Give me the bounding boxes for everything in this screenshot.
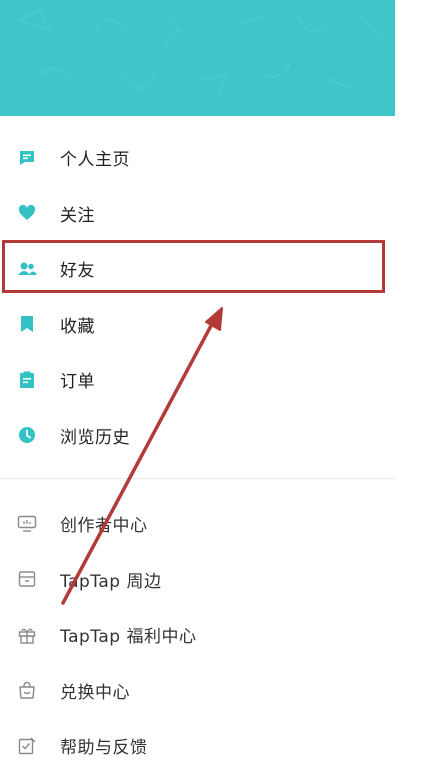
menu-item-label: 个人主页 [60, 150, 130, 171]
menu-item-friends[interactable]: 好友 [0, 241, 395, 297]
menu-item-label: 创作者中心 [60, 516, 148, 537]
menu-item-redeem-center[interactable]: 兑换中心 [0, 663, 395, 719]
menu-item-follow[interactable]: 关注 [0, 186, 395, 242]
store-icon [17, 569, 37, 589]
menu-item-label: 帮助与反馈 [60, 738, 148, 759]
menu-item-label: 浏览历史 [60, 427, 130, 448]
heart-icon [17, 203, 37, 223]
menu-item-label: 好友 [60, 261, 95, 282]
menu-item-history[interactable]: 浏览历史 [0, 408, 395, 464]
shopping-bag-icon [17, 680, 37, 700]
monitor-icon [17, 514, 37, 534]
users-icon [17, 259, 37, 279]
gift-icon [17, 625, 37, 645]
menu-item-help-feedback[interactable]: 帮助与反馈 [0, 718, 395, 774]
side-menu: 个人主页 关注 好友 收藏 订单 浏览历史 创作者中心 TapTap 周边 Ta… [0, 130, 395, 774]
menu-item-label: 收藏 [60, 316, 95, 337]
profile-header-banner [0, 0, 395, 116]
clock-icon [17, 425, 37, 445]
menu-divider [0, 478, 395, 479]
menu-item-creator-center[interactable]: 创作者中心 [0, 496, 395, 552]
menu-item-label: 订单 [60, 372, 95, 393]
menu-item-taptap-merch[interactable]: TapTap 周边 [0, 552, 395, 608]
menu-item-profile[interactable]: 个人主页 [0, 130, 395, 186]
menu-item-label: TapTap 福利中心 [60, 627, 197, 648]
screen-edge [395, 0, 424, 745]
menu-item-orders[interactable]: 订单 [0, 352, 395, 408]
menu-item-taptap-welfare[interactable]: TapTap 福利中心 [0, 607, 395, 663]
menu-item-favorites[interactable]: 收藏 [0, 297, 395, 353]
bookmark-icon [17, 314, 37, 334]
clipboard-icon [17, 370, 37, 390]
menu-item-label: TapTap 周边 [60, 571, 162, 592]
header-pattern [16, 7, 382, 97]
edit-check-icon [17, 736, 37, 756]
message-square-icon [17, 148, 37, 168]
menu-item-label: 关注 [60, 205, 95, 226]
menu-item-label: 兑换中心 [60, 682, 130, 703]
